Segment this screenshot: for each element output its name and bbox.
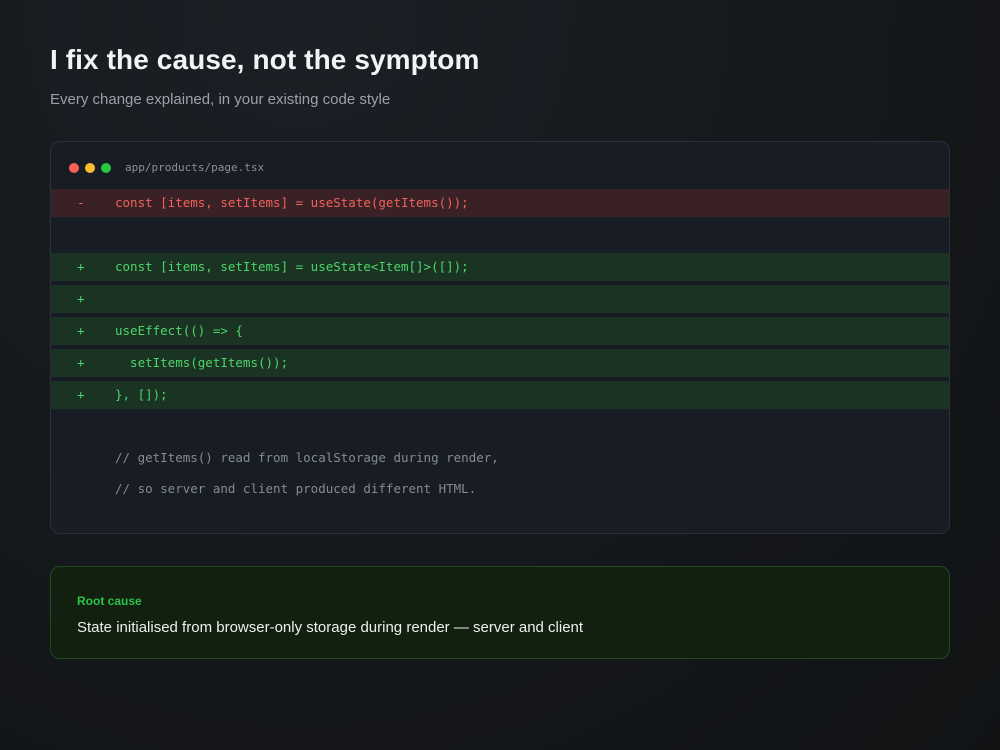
diff-line-blank <box>51 221 949 249</box>
code-comment-line: // getItems() read from localStorage dur… <box>51 444 949 472</box>
diff-line-removed: - const [items, setItems] = useState(get… <box>51 189 949 217</box>
minimize-dot-icon[interactable] <box>85 163 95 173</box>
root-cause-label: Root cause <box>77 594 142 608</box>
diff-marker: + <box>77 259 85 274</box>
diff-marker: - <box>77 195 85 210</box>
diff-line-added: + <box>51 285 949 313</box>
root-cause-card: Root cause State initialised from browse… <box>50 566 950 659</box>
diff-line-added: + setItems(getItems()); <box>51 349 949 377</box>
code-comment-line: // so server and client produced differe… <box>51 475 949 503</box>
window-titlebar: app/products/page.tsx <box>51 142 949 188</box>
code-text: const [items, setItems] = useState<Item[… <box>115 259 469 274</box>
code-text: const [items, setItems] = useState(getIt… <box>115 195 469 210</box>
maximize-dot-icon[interactable] <box>101 163 111 173</box>
code-text: // getItems() read from localStorage dur… <box>115 450 499 465</box>
diff-line-added: + }, []); <box>51 381 949 409</box>
diff-line-added: + const [items, setItems] = useState<Ite… <box>51 253 949 281</box>
diff-line-added: + useEffect(() => { <box>51 317 949 345</box>
diff-marker: + <box>77 355 85 370</box>
page-subtitle: Every change explained, in your existing… <box>50 91 391 108</box>
code-text: setItems(getItems()); <box>115 355 289 370</box>
code-text: // so server and client produced differe… <box>115 481 477 496</box>
close-dot-icon[interactable] <box>69 163 79 173</box>
diff-marker: + <box>77 387 85 402</box>
diff-marker: + <box>77 323 85 338</box>
code-text: }, []); <box>115 387 168 402</box>
page-title: I fix the cause, not the symptom <box>50 44 480 75</box>
file-path: app/products/page.tsx <box>125 161 265 174</box>
code-diff-window: app/products/page.tsx - const [items, se… <box>50 141 950 534</box>
diff-marker: + <box>77 291 85 306</box>
root-cause-text: State initialised from browser-only stor… <box>77 619 584 636</box>
diff-line-blank <box>51 413 949 441</box>
code-text: useEffect(() => { <box>115 323 243 338</box>
